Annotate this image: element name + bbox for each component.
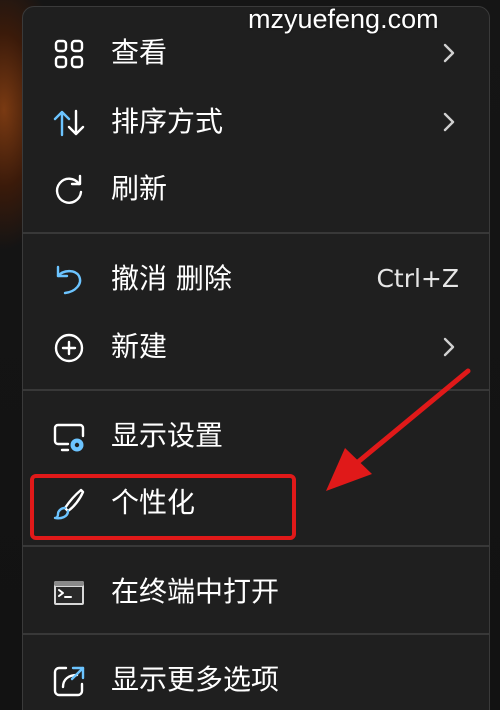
- refresh-icon: [51, 172, 87, 208]
- menu-item-undo-delete[interactable]: 撤消 删除 Ctrl+Z: [23, 250, 489, 308]
- menu-item-open-in-terminal[interactable]: 在终端中打开: [23, 563, 489, 621]
- menu-item-label: 在终端中打开: [111, 575, 280, 608]
- menu-item-label: 新建: [111, 330, 168, 363]
- menu-item-label: 查看: [111, 36, 168, 69]
- add-circle-icon: [51, 330, 87, 366]
- menu-item-sort-by[interactable]: 排序方式: [23, 93, 489, 151]
- menu-separator: [23, 633, 489, 635]
- grid-view-icon: [51, 36, 87, 72]
- menu-item-label: 刷新: [111, 172, 168, 205]
- menu-separator: [23, 545, 489, 547]
- undo-icon: [51, 262, 87, 298]
- menu-item-label: 显示设置: [111, 419, 224, 452]
- terminal-icon: [51, 575, 87, 611]
- chevron-right-icon: [439, 334, 459, 360]
- annotation-highlight-box: [30, 474, 296, 540]
- share-open-icon: [51, 663, 87, 699]
- menu-item-label: 撤消 删除: [111, 262, 232, 295]
- menu-item-display-settings[interactable]: 显示设置: [23, 407, 489, 465]
- menu-item-label: 显示更多选项: [111, 663, 280, 696]
- menu-item-new[interactable]: 新建: [23, 318, 489, 376]
- keyboard-shortcut: Ctrl+Z: [376, 264, 459, 293]
- menu-item-refresh[interactable]: 刷新: [23, 160, 489, 218]
- display-settings-icon: [51, 419, 87, 455]
- chevron-right-icon: [439, 109, 459, 135]
- desktop-context-menu: 查看 排序方式 刷新 撤消 删除 Ctrl+Z 新建 显示设置 个性化 在终端中…: [22, 6, 490, 710]
- menu-item-label: 排序方式: [111, 105, 224, 138]
- menu-separator: [23, 389, 489, 391]
- chevron-right-icon: [439, 40, 459, 66]
- sort-arrows-icon: [51, 105, 87, 141]
- watermark-text: mzyuefeng.com: [248, 4, 439, 34]
- menu-item-show-more-options[interactable]: 显示更多选项: [23, 651, 489, 709]
- menu-separator: [23, 232, 489, 234]
